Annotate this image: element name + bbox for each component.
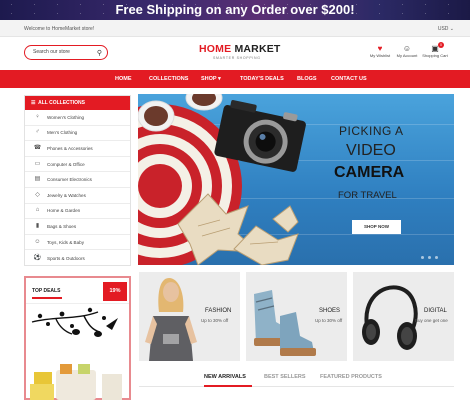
sidebar-item-mens-clothing[interactable]: ♂ Men's Clothing (25, 126, 130, 142)
sidebar-item-bags-shoes[interactable]: ▮ Bags & Shoes (25, 219, 130, 235)
nav-item-blogs[interactable]: BLOGS (297, 70, 317, 88)
logo-tagline: SMARTER SHOPPING (213, 56, 261, 60)
promo-tile-shoes[interactable]: SHOES Up to 30% off (246, 272, 347, 361)
jewelry-icon: ◇ (35, 191, 40, 198)
dress-icon: ♀ (35, 113, 40, 120)
search-placeholder: Search our store (33, 49, 70, 55)
nav-item-home[interactable]: HOME (115, 70, 132, 88)
sidebar-item-label: Toys, Kids & Baby (47, 239, 85, 245)
top-deals-title: TOP DEALS (32, 288, 61, 294)
heart-icon: ♥ (377, 44, 383, 53)
sidebar-header[interactable]: ☰ ALL COLLECTIONS (25, 96, 130, 110)
tab-new-arrivals[interactable]: NEW ARRIVALS (204, 374, 246, 380)
cart-label: Shopping Cart (422, 53, 448, 58)
sidebar-item-toys[interactable]: ☺ Toys, Kids & Baby (25, 235, 130, 251)
hero-heading-line3: CAMERA (334, 164, 405, 181)
shoes-image (254, 290, 316, 356)
tile-subtitle: Up to 30% off (201, 318, 229, 323)
promo-tile-fashion[interactable]: FASHION Up to 30% off (139, 272, 240, 361)
sidebar-item-label: Phones & Accessories (47, 145, 93, 151)
top-deals-box: TOP DEALS 19% (24, 276, 131, 400)
sidebar-item-label: Sports & Outdoors (47, 255, 85, 261)
sidebar-item-sports[interactable]: ⚽ Sports & Outdoors (25, 250, 130, 266)
cart-icon: ▣ (431, 44, 439, 53)
tile-title: DIGITAL (424, 308, 447, 314)
hero-slider[interactable]: PICKING A VIDEO CAMERA FOR TRAVEL SHOP N… (138, 94, 454, 265)
account-link[interactable]: ☺ My Account (394, 44, 420, 58)
sidebar-item-label: Home & Garden (47, 208, 81, 214)
wishlist-label: My Wishlist (369, 53, 391, 58)
tab-best-sellers[interactable]: BEST SELLERS (264, 374, 306, 380)
slider-dot[interactable] (428, 256, 431, 259)
hero-image (138, 94, 306, 265)
menu-icon: ☰ (31, 100, 37, 106)
slider-dots (421, 256, 438, 259)
headphones-image (362, 285, 418, 350)
tile-subtitle: Up to 30% off (315, 318, 343, 323)
sports-icon: ⚽ (33, 254, 42, 261)
sidebar-item-jewelry[interactable]: ◇ Jewelry & Watches (25, 188, 130, 204)
sidebar-item-electronics[interactable]: ▤ Consumer Electronics (25, 172, 130, 188)
bag-icon: ▮ (35, 222, 40, 229)
user-icon: ☺ (402, 44, 412, 53)
phone-icon: ☎ (33, 144, 42, 151)
slider-dot[interactable] (421, 256, 424, 259)
active-tab-indicator (204, 385, 252, 387)
hero-heading-line2: VIDEO (346, 142, 396, 159)
hero-heading-line4: FOR TRAVEL (338, 190, 397, 201)
account-label: My Account (396, 53, 418, 58)
sidebar-item-label: Men's Clothing (47, 130, 78, 136)
toys-icon: ☺ (34, 238, 41, 245)
logo-market: MARKET (234, 43, 281, 55)
home-icon: ⌂ (35, 207, 40, 214)
sidebar-item-home-garden[interactable]: ⌂ Home & Garden (25, 204, 130, 220)
discount-badge: 19% (103, 282, 127, 301)
wishlist-link[interactable]: ♥ My Wishlist (367, 44, 393, 58)
nav-item-contact-us[interactable]: CONTACT US (331, 70, 367, 88)
computer-icon: ▭ (34, 160, 41, 167)
sidebar-item-label: Jewelry & Watches (47, 192, 86, 198)
sidebar-item-label: Bags & Shoes (47, 223, 77, 229)
wall-decal-product-image[interactable] (26, 304, 129, 400)
tile-subtitle: Buy one get one (415, 318, 448, 323)
tab-featured-products[interactable]: FEATURED PRODUCTS (320, 374, 382, 380)
sidebar-item-computer[interactable]: ▭ Computer & Office (25, 157, 130, 173)
search-icon[interactable]: ⚲ (97, 48, 102, 60)
cart-link[interactable]: ▣ 0 Shopping Cart (422, 42, 448, 58)
shop-now-button[interactable]: SHOP NOW (352, 220, 401, 234)
sidebar-item-womens-clothing[interactable]: ♀ Women's Clothing (25, 110, 130, 126)
promo-banner: Free Shipping on any Order over $200! (0, 0, 470, 20)
tile-title: FASHION (205, 308, 232, 314)
sidebar-item-label: Women's Clothing (47, 114, 85, 120)
electronics-icon: ▤ (34, 176, 41, 183)
main-nav: HOME COLLECTIONS SHOP ▾ TODAY'S DEALS BL… (0, 70, 470, 88)
collections-sidebar: ☰ ALL COLLECTIONS ♀ Women's Clothing ♂ Men… (24, 95, 131, 266)
currency-select[interactable]: USD ⌄ (438, 26, 454, 32)
promo-tile-digital[interactable]: DIGITAL Buy one get one (353, 272, 454, 361)
nav-item-collections[interactable]: COLLECTIONS (149, 70, 188, 88)
fashion-image (145, 278, 197, 361)
welcome-text: Welcome to HomeMarket store! (24, 26, 95, 32)
sidebar-header-label: ALL COLLECTIONS (38, 100, 85, 106)
cart-count-badge: 0 (438, 42, 444, 48)
slider-dot[interactable] (435, 256, 438, 259)
promo-text: Free Shipping on any Order over $200! (115, 2, 355, 17)
nav-item-shop[interactable]: SHOP ▾ (201, 70, 221, 88)
logo[interactable]: HOME MARKET (199, 43, 281, 55)
tabs-divider (139, 386, 454, 387)
sidebar-item-label: Consumer Electronics (47, 177, 92, 183)
search-input[interactable]: Search our store ⚲ (24, 45, 108, 60)
logo-home: HOME (199, 43, 232, 55)
title-underline (32, 297, 62, 299)
sidebar-item-phones[interactable]: ☎ Phones & Accessories (25, 141, 130, 157)
sidebar-item-label: Computer & Office (47, 161, 85, 167)
nav-item-todays-deals[interactable]: TODAY'S DEALS (240, 70, 284, 88)
utility-bar: Welcome to HomeMarket store! USD ⌄ (0, 20, 470, 37)
shirt-icon: ♂ (35, 129, 40, 136)
hero-heading-line1: PICKING A (339, 124, 404, 138)
tile-title: SHOES (319, 308, 341, 314)
